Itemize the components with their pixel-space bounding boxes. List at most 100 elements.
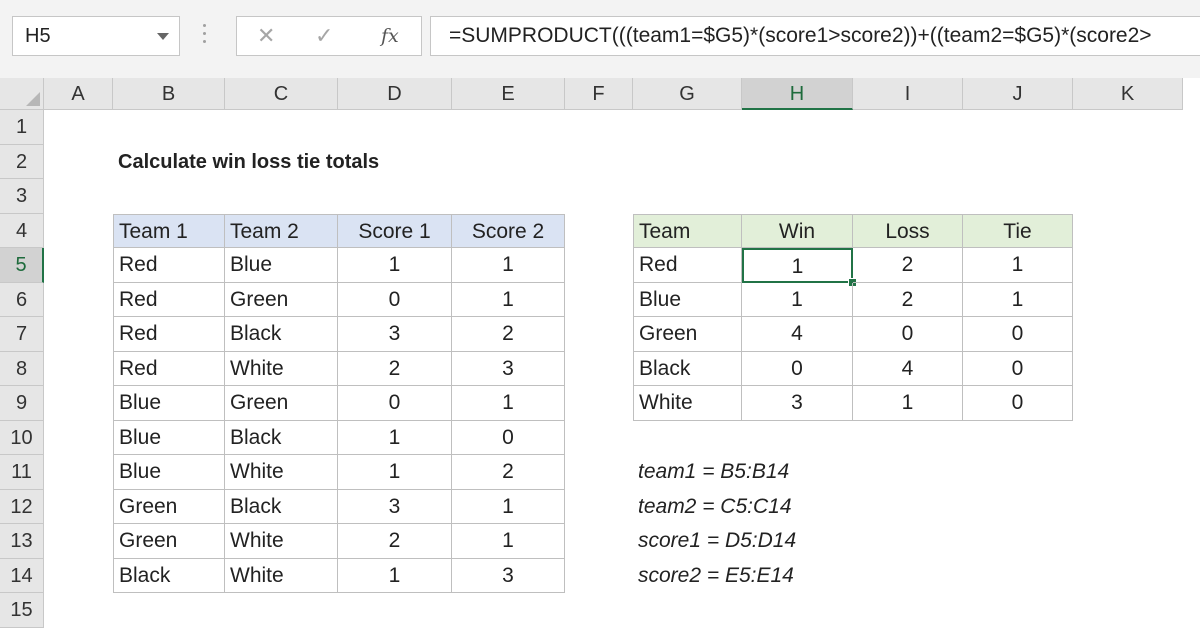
scores-table-cell[interactable]: White bbox=[225, 558, 338, 593]
summary-table-cell[interactable]: Green bbox=[633, 317, 742, 352]
scores-table-cell[interactable]: Red bbox=[113, 351, 225, 386]
summary-header-cell[interactable]: Win bbox=[742, 213, 853, 248]
enter-icon[interactable]: ✓ bbox=[315, 23, 333, 49]
chevron-down-icon[interactable] bbox=[157, 33, 169, 40]
summary-table-cell[interactable]: 1 bbox=[742, 282, 853, 317]
summary-table-cell[interactable]: White bbox=[633, 386, 742, 421]
scores-header-cell[interactable]: Score 2 bbox=[452, 213, 565, 248]
spreadsheet-grid[interactable]: A B C D E F G H I J K 1 2 3 4 5 6 7 8 9 10 11 12 13 14 15 Calculat… bbox=[0, 78, 1200, 630]
column-header-i[interactable]: I bbox=[853, 78, 963, 110]
row-header-9[interactable]: 9 bbox=[0, 386, 44, 421]
column-header-c[interactable]: C bbox=[225, 78, 338, 110]
summary-table-cell[interactable]: 4 bbox=[742, 317, 853, 352]
summary-table-cell[interactable]: 2 bbox=[853, 248, 963, 283]
summary-table-cell[interactable]: 1 bbox=[853, 386, 963, 421]
row-header-4[interactable]: 4 bbox=[0, 213, 44, 248]
summary-table-cell[interactable]: 0 bbox=[963, 386, 1073, 421]
summary-table-cell[interactable]: 4 bbox=[853, 351, 963, 386]
scores-table-cell[interactable]: Red bbox=[113, 317, 225, 352]
row-header-13[interactable]: 13 bbox=[0, 524, 44, 559]
scores-table-cell[interactable]: Black bbox=[225, 489, 338, 524]
scores-table-cell[interactable]: White bbox=[225, 351, 338, 386]
row-header-1[interactable]: 1 bbox=[0, 110, 44, 145]
row-header-2[interactable]: 2 bbox=[0, 144, 44, 179]
scores-header-cell[interactable]: Team 1 bbox=[113, 213, 225, 248]
summary-table-cell[interactable]: Red bbox=[633, 248, 742, 283]
summary-table-cell[interactable]: 1 bbox=[963, 248, 1073, 283]
row-header-3[interactable]: 3 bbox=[0, 179, 44, 214]
summary-table-cell[interactable]: 2 bbox=[853, 282, 963, 317]
summary-header-cell[interactable]: Team bbox=[633, 213, 742, 248]
scores-table-cell[interactable]: 1 bbox=[338, 420, 452, 455]
cancel-icon[interactable]: ✕ bbox=[257, 23, 275, 49]
scores-table-cell[interactable]: 1 bbox=[338, 558, 452, 593]
scores-table-cell[interactable]: Black bbox=[113, 558, 225, 593]
summary-table-cell[interactable]: 1 bbox=[963, 282, 1073, 317]
scores-table-cell[interactable]: 2 bbox=[338, 524, 452, 559]
row-header-10[interactable]: 10 bbox=[0, 420, 44, 455]
scores-table-cell[interactable]: Black bbox=[225, 420, 338, 455]
row-header-14[interactable]: 14 bbox=[0, 558, 44, 593]
summary-table-cell[interactable]: 3 bbox=[742, 386, 853, 421]
scores-table-cell[interactable]: 1 bbox=[452, 282, 565, 317]
row-header-7[interactable]: 7 bbox=[0, 317, 44, 352]
named-range-note[interactable]: team2 = C5:C14 bbox=[633, 490, 933, 525]
scores-table-cell[interactable]: Black bbox=[225, 317, 338, 352]
column-header-h[interactable]: H bbox=[742, 78, 853, 110]
scores-table-cell[interactable]: Green bbox=[225, 282, 338, 317]
scores-table-cell[interactable]: Blue bbox=[225, 248, 338, 283]
scores-table-cell[interactable]: 1 bbox=[452, 248, 565, 283]
formula-input[interactable]: =SUMPRODUCT(((team1=$G5)*(score1>score2)… bbox=[430, 16, 1200, 56]
scores-table-cell[interactable]: 0 bbox=[338, 282, 452, 317]
scores-table-cell[interactable]: 0 bbox=[452, 420, 565, 455]
summary-header-cell[interactable]: Loss bbox=[853, 213, 963, 248]
column-header-b[interactable]: B bbox=[113, 78, 225, 110]
named-range-note[interactable]: team1 = B5:B14 bbox=[633, 455, 933, 490]
summary-table-cell[interactable]: 0 bbox=[963, 351, 1073, 386]
scores-table-cell[interactable]: Blue bbox=[113, 455, 225, 490]
column-header-a[interactable]: A bbox=[44, 78, 113, 110]
drag-handle-icon[interactable] bbox=[203, 24, 207, 48]
summary-table-cell[interactable]: 0 bbox=[963, 317, 1073, 352]
scores-table-cell[interactable]: 3 bbox=[452, 558, 565, 593]
scores-table-cell[interactable]: 2 bbox=[452, 317, 565, 352]
scores-table-cell[interactable]: Red bbox=[113, 248, 225, 283]
scores-table-cell[interactable]: 0 bbox=[338, 386, 452, 421]
scores-table-cell[interactable]: 2 bbox=[452, 455, 565, 490]
sheet-title[interactable]: Calculate win loss tie totals bbox=[113, 145, 513, 180]
scores-header-cell[interactable]: Team 2 bbox=[225, 213, 338, 248]
summary-table-cell[interactable]: 0 bbox=[853, 317, 963, 352]
row-header-11[interactable]: 11 bbox=[0, 455, 44, 490]
column-header-j[interactable]: J bbox=[963, 78, 1073, 110]
row-header-5[interactable]: 5 bbox=[0, 248, 44, 283]
named-range-note[interactable]: score1 = D5:D14 bbox=[633, 524, 933, 559]
column-header-e[interactable]: E bbox=[452, 78, 565, 110]
scores-table-cell[interactable]: Blue bbox=[113, 386, 225, 421]
scores-table-cell[interactable]: White bbox=[225, 524, 338, 559]
scores-table-cell[interactable]: Green bbox=[225, 386, 338, 421]
name-box[interactable]: H5 bbox=[12, 16, 180, 56]
column-header-f[interactable]: F bbox=[565, 78, 633, 110]
select-all-button[interactable] bbox=[0, 78, 44, 110]
insert-function-icon[interactable]: fx bbox=[381, 25, 399, 47]
scores-table-cell[interactable]: Green bbox=[113, 524, 225, 559]
named-range-note[interactable]: score2 = E5:E14 bbox=[633, 559, 933, 594]
scores-table-cell[interactable]: 1 bbox=[338, 248, 452, 283]
active-cell[interactable]: 1 bbox=[742, 248, 853, 283]
scores-table-cell[interactable]: White bbox=[225, 455, 338, 490]
scores-table-cell[interactable]: Green bbox=[113, 489, 225, 524]
scores-table-cell[interactable]: Blue bbox=[113, 420, 225, 455]
scores-table-cell[interactable]: 1 bbox=[338, 455, 452, 490]
scores-table-cell[interactable]: Red bbox=[113, 282, 225, 317]
summary-table-cell[interactable]: Blue bbox=[633, 282, 742, 317]
column-header-k[interactable]: K bbox=[1073, 78, 1183, 110]
row-header-15[interactable]: 15 bbox=[0, 593, 44, 628]
scores-table-cell[interactable]: 1 bbox=[452, 489, 565, 524]
scores-table-cell[interactable]: 3 bbox=[452, 351, 565, 386]
scores-table-cell[interactable]: 3 bbox=[338, 317, 452, 352]
scores-table-cell[interactable]: 1 bbox=[452, 524, 565, 559]
scores-table-cell[interactable]: 2 bbox=[338, 351, 452, 386]
row-header-12[interactable]: 12 bbox=[0, 489, 44, 524]
column-header-d[interactable]: D bbox=[338, 78, 452, 110]
row-header-8[interactable]: 8 bbox=[0, 351, 44, 386]
